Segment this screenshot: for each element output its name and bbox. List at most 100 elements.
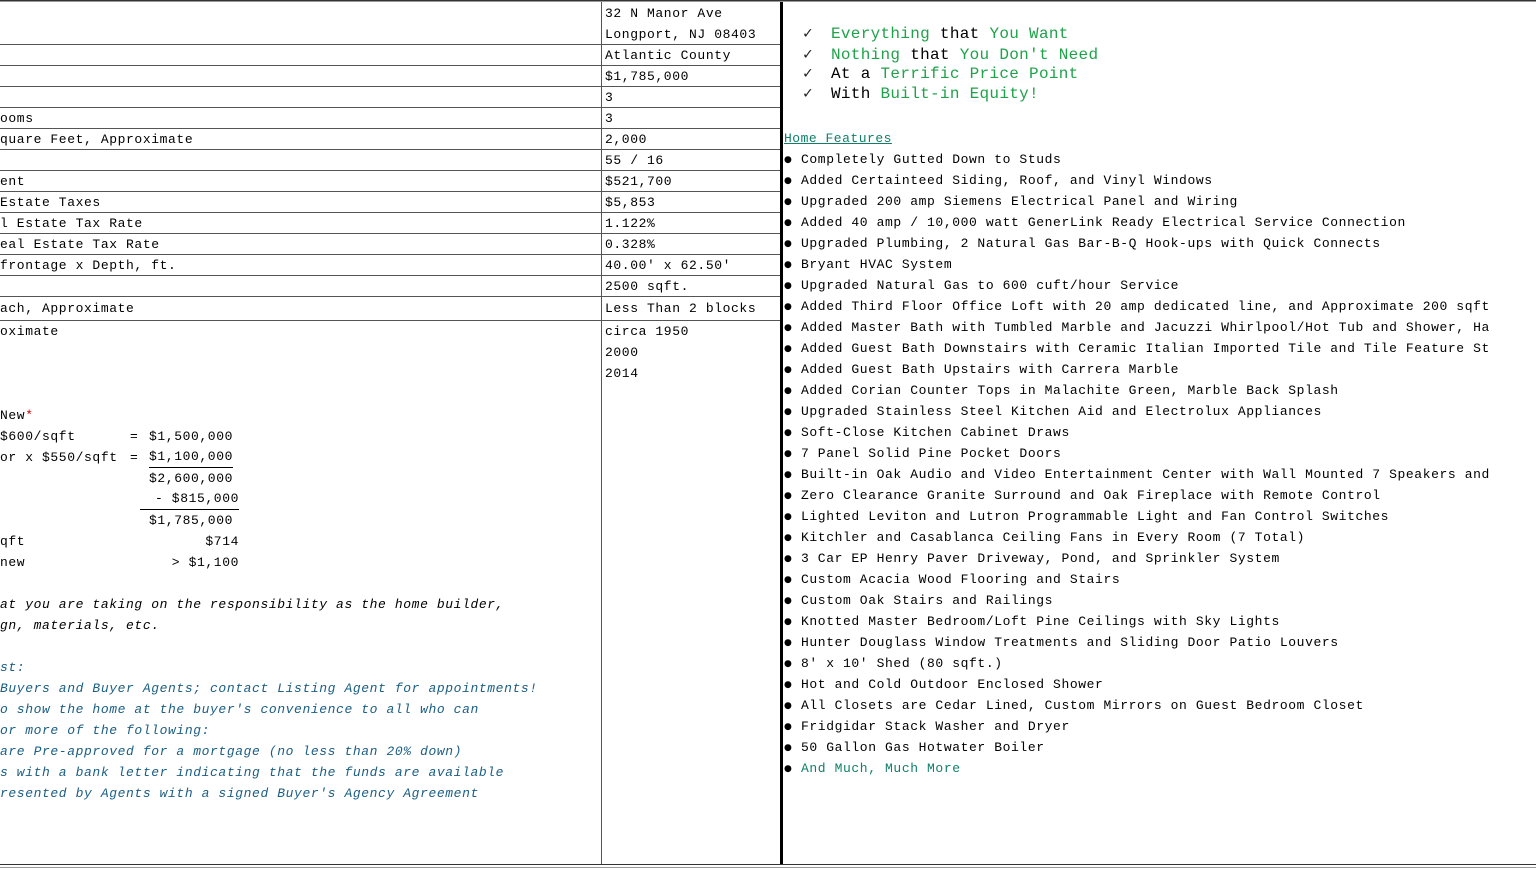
bullet-icon: ● xyxy=(784,323,793,333)
table-row: eal Estate Tax Rate 0.328% xyxy=(0,234,781,255)
feature-item: ● Fridgidar Stack Washer and Dryer xyxy=(784,716,1070,738)
lot-size-value: 40.00' x 62.50' xyxy=(605,258,732,273)
table-row: quare Feet, Approximate 2,000 xyxy=(0,129,781,150)
bathrooms-label: ooms xyxy=(0,111,34,126)
table-row: 32 N Manor Ave Longport, NJ 08403 xyxy=(0,2,781,45)
bullet-icon: ● xyxy=(784,533,793,543)
checklist-item: ✓ Everything that You Want xyxy=(803,25,1069,43)
feature-item: ● Lighted Leviton and Lutron Programmable… xyxy=(784,506,1389,528)
bullet-icon: ● xyxy=(784,554,793,564)
table-row: $1,785,000 xyxy=(0,66,781,87)
section-divider xyxy=(780,2,783,864)
table-row: ent $521,700 xyxy=(0,171,781,192)
bullet-icon: ● xyxy=(784,302,793,312)
bullet-icon: ● xyxy=(784,239,793,249)
new-sqft-value: > $1,100 xyxy=(171,555,239,570)
feature-item: ● Upgraded Natural Gas to 600 cuft/hour S… xyxy=(784,275,1179,297)
effective-tax-rate-value: 0.328% xyxy=(605,237,656,252)
feature-item: ● Bryant HVAC System xyxy=(784,254,952,276)
table-row: Atlantic County xyxy=(0,45,781,66)
bullet-icon: ● xyxy=(784,701,793,711)
note-line-1: at you are taking on the responsibility … xyxy=(0,597,505,612)
block-lot-value: 55 / 16 xyxy=(605,153,664,168)
calc-minus-value: - $815,000 xyxy=(140,489,239,510)
tax-rate-value: 1.122% xyxy=(605,216,656,231)
showing-line-2: o show the home at the buyer's convenien… xyxy=(0,702,479,717)
price-value: $1,785,000 xyxy=(605,69,690,84)
calc-line2-eq: = xyxy=(130,450,139,465)
bullet-icon: ● xyxy=(784,197,793,207)
taxes-value: $5,853 xyxy=(605,195,656,210)
year-built-value: circa 1950 xyxy=(605,324,690,339)
feature-item: ● Custom Acacia Wood Flooring and Stairs xyxy=(784,569,1120,591)
table-row: ach, Approximate Less Than 2 blocks xyxy=(0,297,781,321)
checklist-item: ✓ With Built-in Equity! xyxy=(803,85,1039,103)
build-new-label: New* xyxy=(0,408,34,423)
bullet-icon: ● xyxy=(784,386,793,396)
feature-item: ● Knotted Master Bedroom/Loft Pine Ceilin… xyxy=(784,611,1280,633)
feature-item: ● Hunter Douglass Window Treatments and S… xyxy=(784,632,1339,654)
feature-item: ● Completely Gutted Down to Studs xyxy=(784,149,1061,171)
effective-tax-rate-label: eal Estate Tax Rate xyxy=(0,237,160,252)
listing-sheet: 32 N Manor Ave Longport, NJ 08403 Atlant… xyxy=(0,0,1536,873)
renovation-year-1: 2000 xyxy=(605,345,639,360)
table-row: l Estate Tax Rate 1.122% xyxy=(0,213,781,234)
column-divider xyxy=(601,2,602,864)
calc-line1-eq: = xyxy=(130,429,139,444)
checkmark-icon: ✓ xyxy=(803,85,813,103)
bullet-icon: ● xyxy=(784,449,793,459)
bathrooms-value: 3 xyxy=(605,111,614,126)
bullet-icon: ● xyxy=(784,344,793,354)
feature-item: ● Upgraded Plumbing, 2 Natural Gas Bar-B-… xyxy=(784,233,1381,255)
feature-item: ● Added Certainteed Siding, Roof, and Vin… xyxy=(784,170,1213,192)
assessment-label: ent xyxy=(0,174,26,189)
feature-item: ● Added Corian Counter Tops in Malachite … xyxy=(784,380,1339,402)
showing-heading: st: xyxy=(0,660,26,675)
calc-line2-value: $1,100,000 xyxy=(149,447,234,468)
feature-item: ● Added Third Floor Office Loft with 20 a… xyxy=(784,296,1490,318)
showing-line-1: Buyers and Buyer Agents; contact Listing… xyxy=(0,681,538,696)
square-feet-label: quare Feet, Approximate xyxy=(0,132,194,147)
table-row: ooms 3 xyxy=(0,108,781,129)
checklist-item: ✓ At a Terrific Price Point xyxy=(803,65,1079,83)
bullet-icon: ● xyxy=(784,428,793,438)
feature-item: ● Zero Clearance Granite Surround and Oak… xyxy=(784,485,1381,507)
bullet-icon: ● xyxy=(784,281,793,291)
checklist-item: ✓ Nothing that You Don't Need xyxy=(803,46,1099,64)
tax-rate-label: l Estate Tax Rate xyxy=(0,216,143,231)
county-value: Atlantic County xyxy=(605,48,732,63)
assessment-value: $521,700 xyxy=(605,174,673,189)
calc-line1-value: $1,500,000 xyxy=(149,429,234,444)
square-feet-value: 2,000 xyxy=(605,132,648,147)
bedrooms-value: 3 xyxy=(605,90,614,105)
feature-item: ● Upgraded 200 amp Siemens Electrical Pan… xyxy=(784,191,1238,213)
taxes-label: Estate Taxes xyxy=(0,195,101,210)
bullet-icon: ● xyxy=(784,155,793,165)
feature-item: ● Built-in Oak Audio and Video Entertainm… xyxy=(784,464,1490,486)
bullet-icon: ● xyxy=(784,260,793,270)
features-last-item: ● And Much, Much More xyxy=(784,761,961,776)
bullet-icon: ● xyxy=(784,407,793,417)
feature-item: ● All Closets are Cedar Lined, Custom Mir… xyxy=(784,695,1364,717)
year-built-label: oximate xyxy=(0,324,59,339)
bullet-icon: ● xyxy=(784,638,793,648)
bullet-icon: ● xyxy=(784,617,793,627)
showing-line-6: resented by Agents with a signed Buyer's… xyxy=(0,786,479,801)
bullet-icon: ● xyxy=(784,470,793,480)
feature-item: ● Hot and Cold Outdoor Enclosed Shower xyxy=(784,674,1103,696)
bullet-icon: ● xyxy=(784,512,793,522)
note-line-2: gn, materials, etc. xyxy=(0,618,160,633)
feature-item: ● Custom Oak Stairs and Railings xyxy=(784,590,1053,612)
bullet-icon: ● xyxy=(784,365,793,375)
bullet-icon: ● xyxy=(784,575,793,585)
table-row: 2500 sqft. xyxy=(0,276,781,297)
feature-item: ● Added Master Bath with Tumbled Marble a… xyxy=(784,317,1490,339)
table-row: frontage x Depth, ft. 40.00' x 62.50' xyxy=(0,255,781,276)
bullet-icon: ● xyxy=(784,491,793,501)
bullet-icon: ● xyxy=(784,176,793,186)
lot-size-label: frontage x Depth, ft. xyxy=(0,258,177,273)
checkmark-icon: ✓ xyxy=(803,65,813,83)
address-city: Longport, NJ 08403 xyxy=(605,27,757,42)
bullet-icon: ● xyxy=(784,722,793,732)
lot-sqft-value: 2500 sqft. xyxy=(605,279,690,294)
